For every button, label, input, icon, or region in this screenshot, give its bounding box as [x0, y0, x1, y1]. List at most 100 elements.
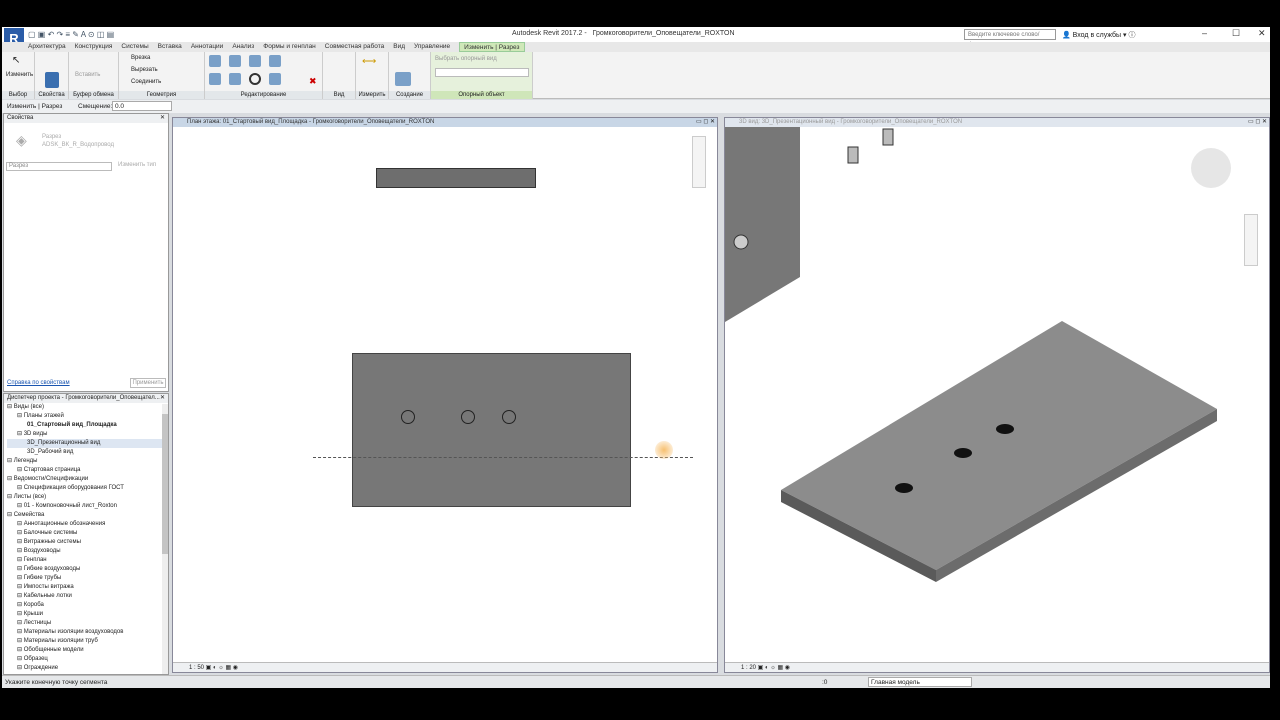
expand-icon[interactable]: ⊟: [17, 629, 24, 635]
view-window-controls[interactable]: ▭ ◻ ✕: [696, 118, 715, 125]
create-group-icon[interactable]: [395, 72, 411, 86]
view-scale[interactable]: 1 : 50: [189, 665, 204, 671]
align-icon[interactable]: [209, 55, 221, 67]
tree-item[interactable]: ⊟ Аннотационные обозначения: [7, 520, 168, 529]
tree-item[interactable]: ⊟ Материалы изоляции труб: [7, 637, 168, 646]
apply-button[interactable]: Применить: [130, 378, 166, 388]
speaker-symbol[interactable]: [461, 410, 475, 424]
3d-model-canvas[interactable]: [725, 127, 1270, 663]
tree-item[interactable]: ⊟ Семейства: [7, 511, 168, 520]
speaker-3d[interactable]: [733, 234, 749, 250]
plan-view-window[interactable]: План этажа: 01_Стартовый вид_Площадка - …: [172, 117, 718, 673]
tab-0[interactable]: Архитектура: [28, 42, 66, 52]
speaker-symbol[interactable]: [502, 410, 516, 424]
join-button[interactable]: Соединить: [131, 79, 161, 85]
tab-1[interactable]: Конструкция: [75, 42, 113, 52]
expand-icon[interactable]: ⊟: [17, 431, 24, 437]
tab-7[interactable]: Совместная работа: [325, 42, 384, 52]
mirror-draw-icon[interactable]: [269, 55, 281, 67]
tab-3[interactable]: Вставка: [158, 42, 182, 52]
tree-item[interactable]: ⊟ Гибкие воздуховоды: [7, 565, 168, 574]
navigation-bar[interactable]: [692, 136, 706, 188]
expand-icon[interactable]: ⊟: [17, 575, 24, 581]
pick-reference-checkbox[interactable]: Выбрать опорный вид: [435, 56, 497, 62]
expand-icon[interactable]: ⊟: [7, 476, 14, 482]
minimize-button[interactable]: –: [1202, 28, 1207, 38]
tree-item[interactable]: ⊟ Лестницы: [7, 619, 168, 628]
expand-icon[interactable]: ⊟: [7, 404, 14, 410]
tree-item[interactable]: ⊟ Планы этажей: [7, 412, 168, 421]
speaker-symbol[interactable]: [401, 410, 415, 424]
close-button[interactable]: ✕: [1258, 28, 1266, 39]
tree-item[interactable]: 3D_Рабочий вид: [7, 448, 168, 457]
tree-item[interactable]: ⊟ 01 - Компоновочный лист_Roxton: [7, 502, 168, 511]
speaker-3d[interactable]: [882, 128, 894, 146]
move-icon[interactable]: [209, 73, 221, 85]
tab-8[interactable]: Вид: [393, 42, 405, 52]
expand-icon[interactable]: ⊟: [17, 413, 24, 419]
tree-item[interactable]: ⊟ Генплан: [7, 556, 168, 565]
offset-icon[interactable]: [229, 55, 241, 67]
expand-icon[interactable]: ⊟: [17, 530, 24, 536]
wall-3d[interactable]: [725, 127, 800, 322]
tree-item[interactable]: ⊟ Ведомости/Спецификации: [7, 475, 168, 484]
tree-item[interactable]: ⊟ Стартовая страница: [7, 466, 168, 475]
expand-icon[interactable]: ⊟: [17, 611, 24, 617]
modify-button[interactable]: Изменить: [6, 72, 33, 78]
tree-item[interactable]: ⊟ Воздуховоды: [7, 547, 168, 556]
expand-icon[interactable]: ⊟: [17, 647, 24, 653]
tree-item[interactable]: ⊟ 3D виды: [7, 430, 168, 439]
close-icon[interactable]: ✕: [160, 114, 165, 123]
tree-item[interactable]: 3D_Презентационный вид: [7, 439, 168, 448]
expand-icon[interactable]: ⊟: [17, 602, 24, 608]
measure-icon[interactable]: ⟷: [362, 56, 376, 67]
slab-element[interactable]: [352, 353, 631, 507]
paste-button[interactable]: Вставить: [75, 72, 100, 78]
tree-item[interactable]: ⊟ Кабельные лотки: [7, 592, 168, 601]
tree-item[interactable]: ⊟ Балочные системы: [7, 529, 168, 538]
mirror-icon[interactable]: [249, 55, 261, 67]
tab-4[interactable]: Аннотации: [191, 42, 224, 52]
tree-item[interactable]: ⊟ Образец: [7, 655, 168, 664]
tree-item[interactable]: ⊟ Крыши: [7, 610, 168, 619]
3d-view-window[interactable]: 3D вид: 3D_Презентационный вид - Громког…: [724, 117, 1270, 673]
cut-button[interactable]: Вырезать: [131, 67, 158, 73]
speaker-3d[interactable]: [996, 424, 1014, 434]
reference-dropdown[interactable]: [435, 68, 529, 77]
edit-type-button[interactable]: Изменить тип: [118, 162, 156, 168]
tab-2[interactable]: Системы: [121, 42, 148, 52]
view-control-bar[interactable]: 1 : 20 ▣ ◐ ☼ ▦ ◉: [725, 662, 1269, 672]
copy-icon[interactable]: [229, 73, 241, 85]
tab-6[interactable]: Формы и генплан: [263, 42, 316, 52]
expand-icon[interactable]: ⊟: [17, 656, 24, 662]
expand-icon[interactable]: ⊟: [17, 584, 24, 590]
tree-item[interactable]: ⊟ Короба: [7, 601, 168, 610]
tree-item[interactable]: ⊟ Виды (все): [7, 403, 168, 412]
tree-item[interactable]: ⊟ Витражные системы: [7, 538, 168, 547]
expand-icon[interactable]: ⊟: [17, 665, 24, 671]
tab-9[interactable]: Управление: [414, 42, 450, 52]
tree-item[interactable]: ⊟ Листы (все): [7, 493, 168, 502]
tree-item[interactable]: ⊟ Ограждение: [7, 664, 168, 673]
sign-in-button[interactable]: 👤 Вход в службы ▾ ⓘ: [1062, 30, 1136, 40]
navigation-bar[interactable]: [1244, 214, 1258, 266]
speaker-3d[interactable]: [954, 448, 972, 458]
viewcube[interactable]: [1191, 148, 1231, 188]
tree-item[interactable]: ⊟ Обобщенные модели: [7, 646, 168, 655]
tab-5[interactable]: Анализ: [232, 42, 254, 52]
expand-icon[interactable]: ⊟: [17, 503, 24, 509]
expand-icon[interactable]: ⊟: [17, 539, 24, 545]
expand-icon[interactable]: ⊟: [17, 557, 24, 563]
tree-item[interactable]: ⊟ Импосты витража: [7, 583, 168, 592]
wall-element[interactable]: [376, 168, 536, 188]
properties-icon[interactable]: [45, 72, 59, 88]
tree-item[interactable]: 01_Стартовый вид_Площадка: [7, 421, 168, 430]
instance-filter-dropdown[interactable]: Разрез: [6, 162, 112, 171]
offset-input[interactable]: 0.0: [112, 101, 172, 111]
expand-icon[interactable]: ⊟: [17, 521, 24, 527]
active-model-dropdown[interactable]: Главная модель: [868, 677, 972, 687]
expand-icon[interactable]: ⊟: [7, 494, 14, 500]
tree-item[interactable]: ⊟ Гибкие трубы: [7, 574, 168, 583]
expand-icon[interactable]: ⊟: [17, 485, 24, 491]
help-search-input[interactable]: Введите ключевое слово/фразу: [964, 29, 1056, 48]
